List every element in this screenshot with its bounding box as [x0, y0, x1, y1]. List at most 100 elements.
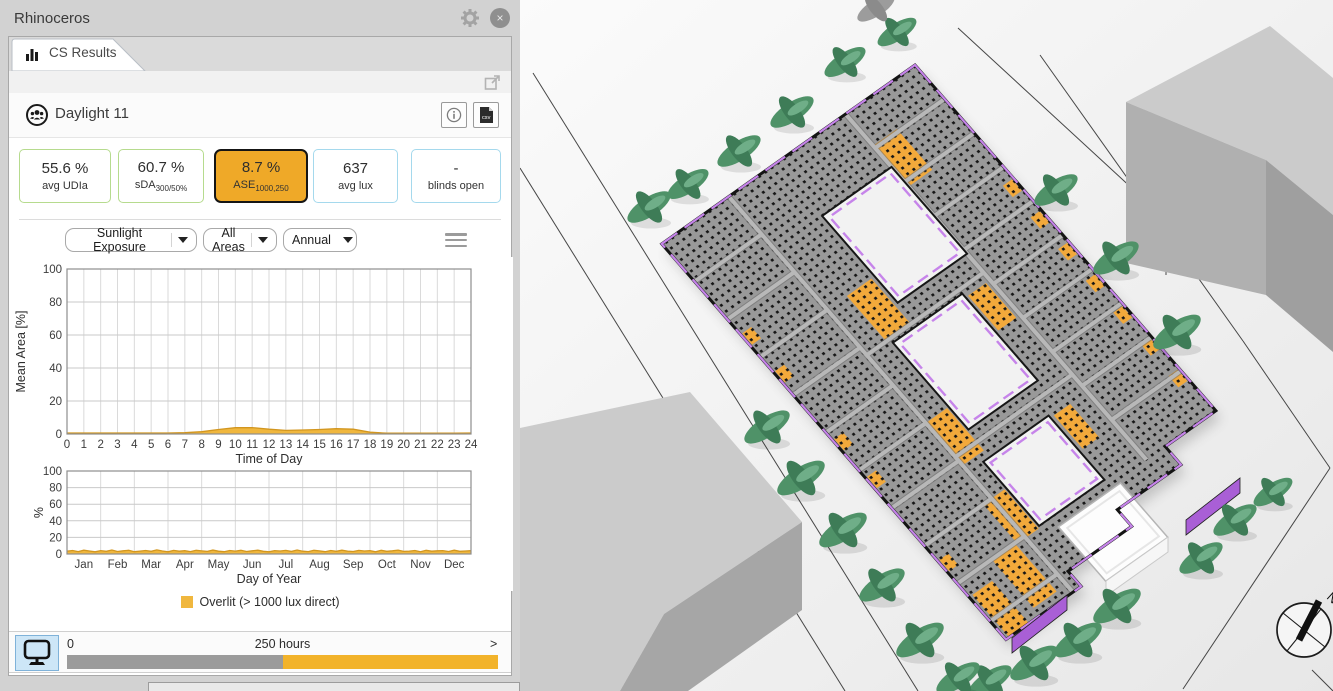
x-tick-label: 15 [313, 439, 326, 451]
y-tick-label: 20 [49, 532, 62, 544]
x-tick-label: 23 [448, 439, 461, 451]
x-tick-label: 12 [263, 439, 276, 451]
x-tick-label: 6 [165, 439, 171, 451]
y-tick-label: 80 [49, 483, 62, 495]
x-tick-label: 3 [114, 439, 120, 451]
x-tick-label: 5 [148, 439, 154, 451]
metric-value: 60.7 % [137, 158, 185, 176]
metric-value: 8.7 % [241, 158, 281, 176]
x-category-label: Sep [343, 559, 363, 571]
daylight-model-view[interactable]: N [519, 0, 1333, 691]
dropdown-label: All Areas [212, 226, 245, 254]
y-axis-label: % [32, 507, 46, 518]
export-csv-button[interactable]: csv [473, 102, 499, 128]
area-filter-dropdown[interactable]: All Areas [203, 226, 277, 254]
y-tick-label: 0 [56, 549, 62, 561]
timeline-slider-fill [282, 655, 498, 669]
x-tick-label: 20 [397, 439, 410, 451]
dropdown-label: Sunlight Exposure [93, 226, 146, 254]
timeline-slider[interactable] [67, 655, 498, 669]
window-title: Rhinoceros [14, 9, 90, 27]
metric-label: ASE1000,250 [233, 178, 289, 194]
y-tick-label: 40 [49, 516, 62, 528]
x-tick-label: 22 [431, 439, 444, 451]
y-tick-label: 60 [49, 330, 62, 342]
y-axis-label: Mean Area [%] [14, 311, 28, 393]
info-button[interactable] [441, 102, 467, 128]
timeline-footer: 0 250 hours > [9, 631, 511, 673]
x-tick-label: 21 [414, 439, 427, 451]
x-category-label: Jan [75, 559, 94, 571]
close-icon[interactable]: × [490, 8, 510, 28]
metric-label: avg lux [338, 180, 373, 192]
panel-card: CS Results Daylight 11 csv 55.6 % avg UD… [8, 36, 513, 676]
x-tick-label: 17 [347, 439, 360, 451]
dropdown-separator [171, 233, 172, 247]
x-category-label: Dec [444, 559, 465, 571]
x-category-label: Oct [378, 559, 397, 571]
metric-label: avg UDIa [42, 180, 88, 192]
x-tick-label: 19 [380, 439, 393, 451]
x-tick-label: 10 [229, 439, 242, 451]
tab-label[interactable]: CS Results [49, 45, 117, 60]
metric-ase-selected[interactable]: 8.7 % ASE1000,250 [214, 149, 308, 203]
x-category-label: Aug [309, 559, 329, 571]
y-tick-label: 100 [43, 264, 62, 276]
csv-file-icon: csv [479, 107, 493, 123]
chevron-down-icon [342, 237, 353, 243]
x-tick-label: 2 [97, 439, 103, 451]
metric-value: 637 [342, 160, 369, 177]
x-tick-label: 13 [279, 439, 292, 451]
metric-type-dropdown[interactable]: Sunlight Exposure [65, 226, 197, 254]
x-tick-label: 4 [131, 439, 138, 451]
period-dropdown[interactable]: Annual [283, 228, 357, 252]
x-tick-label: 11 [246, 439, 258, 451]
metric-value: - [453, 160, 459, 177]
metric-blinds-open[interactable]: - blinds open [411, 149, 501, 203]
y-tick-label: 40 [49, 363, 62, 375]
x-tick-label: 18 [364, 439, 377, 451]
timeline-next[interactable]: > [490, 637, 497, 651]
x-tick-label: 9 [215, 439, 221, 451]
x-axis-label: Day of Year [237, 572, 302, 586]
results-toolbar [9, 71, 511, 94]
x-tick-label: 14 [296, 439, 309, 451]
divider [19, 219, 501, 220]
legend-label: Overlit (> 1000 lux direct) [199, 595, 340, 609]
metric-sda[interactable]: 60.7 % sDA300/50% [118, 149, 204, 203]
metric-value: 55.6 % [41, 160, 89, 177]
legend-swatch [180, 596, 193, 608]
x-category-label: Jul [278, 559, 293, 571]
info-icon [446, 107, 462, 123]
chevron-down-icon [258, 237, 268, 243]
metric-avg-udi[interactable]: 55.6 % avg UDIa [19, 149, 111, 203]
y-tick-label: 20 [49, 396, 62, 408]
x-tick-label: 7 [182, 439, 188, 451]
x-tick-label: 16 [330, 439, 343, 451]
docked-panel-edge [148, 682, 520, 691]
chart-legend: Overlit (> 1000 lux direct) [9, 595, 511, 609]
result-header: Daylight 11 csv [9, 93, 511, 138]
timeline-threshold: 250 hours [254, 637, 311, 651]
screen-view-button[interactable] [15, 635, 59, 671]
rhino-3d-viewport[interactable]: N [519, 0, 1333, 691]
y-tick-label: 100 [43, 466, 62, 478]
metric-avg-lux[interactable]: 637 avg lux [313, 149, 398, 203]
svg-text:csv: csv [482, 115, 491, 121]
y-tick-label: 0 [56, 429, 62, 441]
x-tick-label: 24 [465, 439, 478, 451]
x-category-label: May [208, 559, 230, 571]
bar-chart-icon [25, 47, 41, 67]
x-category-label: Mar [141, 559, 161, 571]
x-category-label: Jun [243, 559, 262, 571]
annual-overlit-chart: 0 20 40 60 80 100 Jan Feb Mar Apr May Jun Jul Aug Sep O… [9, 465, 513, 591]
panel-bottom-strip [0, 676, 520, 691]
tab-strip: CS Results [9, 37, 511, 72]
menu-icon[interactable] [445, 233, 467, 247]
rhinoceros-window: Rhinoceros × CS Results Daylight 11 csv … [0, 0, 1333, 691]
metric-label: blinds open [427, 180, 485, 192]
x-tick-label: 0 [64, 439, 70, 451]
gear-icon[interactable] [460, 8, 480, 28]
y-tick-label: 80 [49, 297, 62, 309]
x-category-label: Nov [410, 559, 431, 571]
